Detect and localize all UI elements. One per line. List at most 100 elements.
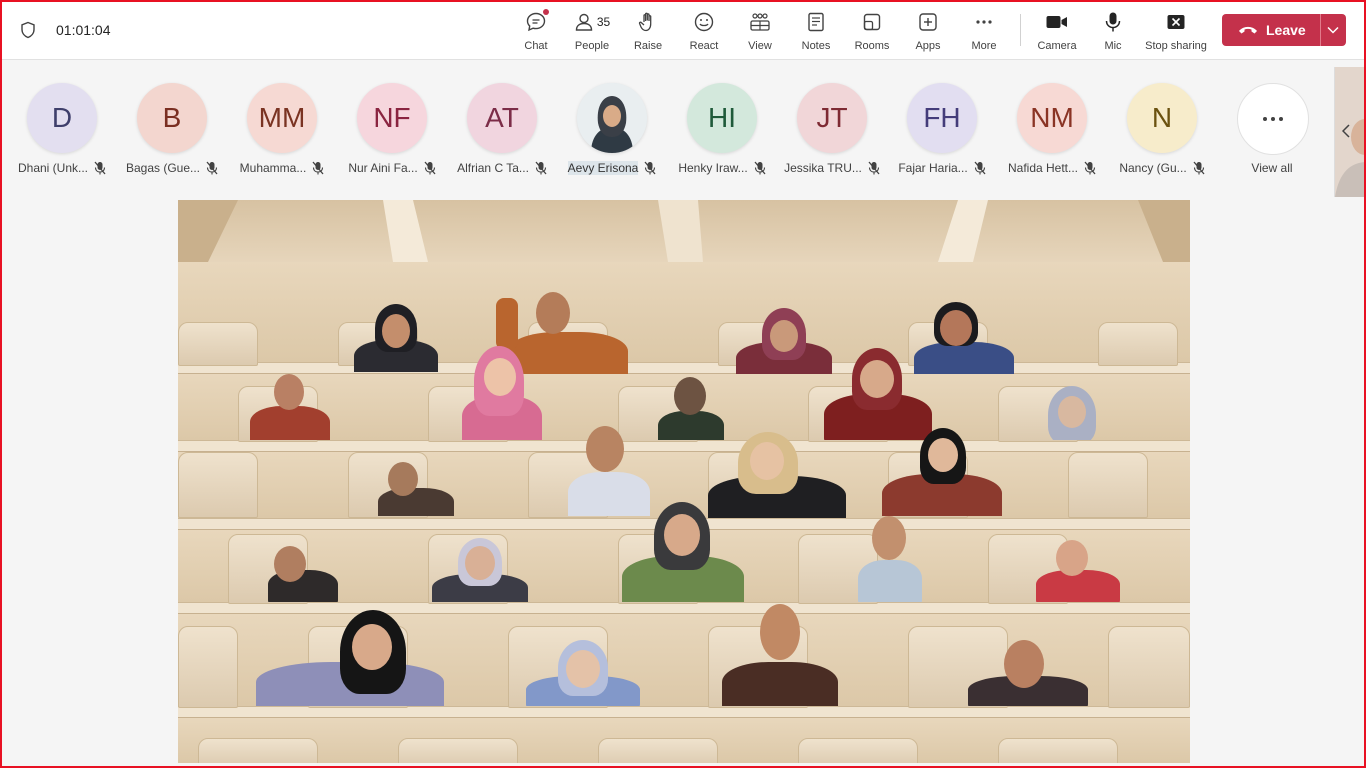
mic-off-icon	[535, 161, 547, 175]
attendee-video	[722, 604, 838, 706]
seat	[598, 738, 718, 763]
avatar: NM	[1017, 83, 1087, 153]
participant-name: Dhani (Unk...	[17, 161, 89, 175]
attendee-video	[618, 502, 748, 602]
more-button[interactable]: More	[956, 10, 1012, 54]
avatar: HI	[687, 83, 757, 153]
stop-sharing-label: Stop sharing	[1145, 40, 1207, 52]
apps-button[interactable]: Apps	[900, 10, 956, 54]
mic-off-icon	[206, 161, 218, 175]
mic-off-icon	[1193, 161, 1205, 175]
stop-sharing-button[interactable]: Stop sharing	[1143, 10, 1209, 54]
seat	[178, 626, 238, 708]
more-icon	[1263, 117, 1283, 121]
avatar: FH	[907, 83, 977, 153]
participant-name: Nur Aini Fa...	[348, 161, 418, 175]
attendee-video	[818, 348, 938, 440]
avatar: B	[137, 83, 207, 153]
profile-photo	[577, 83, 647, 153]
participant-name: Jessika TRU...	[784, 161, 862, 175]
participant-name: Fajar Haria...	[898, 161, 968, 175]
attendee-video	[350, 302, 442, 372]
mic-off-icon	[1084, 161, 1096, 175]
attendee-video	[658, 375, 724, 440]
attendee-video	[432, 538, 528, 602]
mic-button[interactable]: Mic	[1085, 10, 1141, 54]
attendee-video	[858, 516, 922, 602]
seat	[198, 738, 318, 763]
participant-name: Bagas (Gue...	[125, 161, 201, 175]
participant-name: Aevy Erisona	[567, 161, 639, 175]
seat	[1108, 626, 1190, 708]
hang-up-icon	[1239, 26, 1257, 34]
mic-label: Mic	[1104, 40, 1122, 52]
seat	[1098, 322, 1178, 366]
participant-name: Muhamma...	[239, 161, 307, 175]
leave-options-button[interactable]	[1321, 26, 1347, 34]
camera-label: Camera	[1037, 40, 1077, 52]
seat	[798, 738, 918, 763]
avatar: MM	[247, 83, 317, 153]
avatar: NF	[357, 83, 427, 153]
mic-off-icon	[868, 161, 880, 175]
toolbar-divider	[1020, 14, 1021, 46]
attendee-video	[526, 640, 640, 706]
mic-off-icon	[974, 161, 986, 175]
react-label: React	[689, 40, 719, 52]
apps-label: Apps	[915, 40, 941, 52]
raise-hand-button[interactable]: Raise	[620, 10, 676, 54]
microphone-icon	[1105, 12, 1121, 32]
people-label: People	[574, 40, 610, 52]
ceiling-beams	[178, 200, 1190, 262]
meeting-timer: 01:01:04	[56, 22, 111, 38]
participant-name: Nancy (Gu...	[1119, 161, 1187, 175]
mic-off-icon	[644, 161, 656, 175]
gallery-view-icon	[750, 13, 770, 31]
emoji-icon	[694, 12, 714, 32]
seat	[178, 452, 258, 518]
hand-icon	[638, 12, 652, 32]
view-button[interactable]: View	[732, 10, 788, 54]
unread-dot	[543, 9, 549, 15]
chevron-down-icon	[1327, 26, 1339, 34]
view-label: View	[748, 40, 772, 52]
shield-icon[interactable]	[19, 21, 37, 39]
participant-name: Alfrian C Ta...	[457, 161, 529, 175]
avatar: JT	[797, 83, 867, 153]
people-count: 35	[596, 15, 611, 29]
shared-screen	[178, 200, 1190, 763]
rooms-button[interactable]: Rooms	[844, 10, 900, 54]
notes-label: Notes	[801, 40, 831, 52]
participant-name: Nafida Hett...	[1007, 161, 1079, 175]
leave-button[interactable]: Leave	[1222, 14, 1346, 46]
meeting-toolbar: 01:01:04 Chat 35 People Raise React View…	[0, 0, 1366, 60]
seat	[1068, 452, 1148, 518]
more-icon	[976, 20, 992, 24]
attendee-video	[1036, 540, 1146, 602]
seat	[998, 738, 1118, 763]
attendee-video	[878, 428, 1006, 516]
leave-label: Leave	[1266, 22, 1306, 38]
chevron-left-icon	[1342, 124, 1350, 138]
attendee-video	[248, 370, 332, 440]
camera-button[interactable]: Camera	[1029, 10, 1085, 54]
attendee-video	[256, 610, 446, 706]
raise-label: Raise	[633, 40, 663, 52]
mic-off-icon	[424, 161, 436, 175]
notes-button[interactable]: Notes	[788, 10, 844, 54]
collapse-strip-button[interactable]	[1336, 121, 1356, 141]
seat	[398, 738, 518, 763]
people-button[interactable]: 35 People	[564, 10, 620, 54]
notes-icon	[808, 12, 824, 32]
attendee-video	[938, 620, 1108, 706]
attendee-video	[1044, 386, 1100, 440]
rooms-label: Rooms	[854, 40, 890, 52]
mic-off-icon	[94, 161, 106, 175]
people-icon	[575, 13, 593, 31]
chat-button[interactable]: Chat	[508, 9, 564, 54]
mic-off-icon	[754, 161, 766, 175]
participant-name: Henky Iraw...	[678, 161, 748, 175]
seat	[178, 322, 258, 366]
react-button[interactable]: React	[676, 10, 732, 54]
avatar: D	[27, 83, 97, 153]
